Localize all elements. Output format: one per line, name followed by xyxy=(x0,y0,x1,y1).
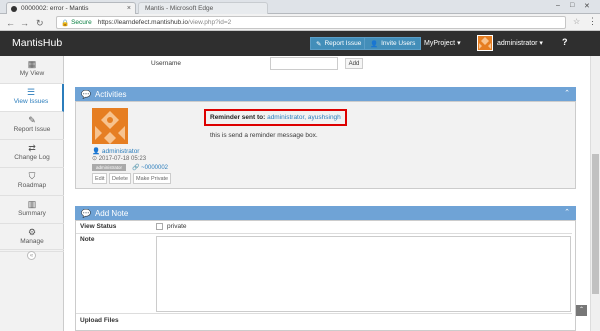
invite-users-label: Invite Users xyxy=(381,40,416,47)
upload-row: Upload Files xyxy=(76,314,572,331)
sidebar-item-label: Roadmap xyxy=(17,182,47,189)
browser-tab-strip: 0000002: error - Mantis × Mantis - Micro… xyxy=(0,0,600,14)
note-meta: 👤 administrator ⊙ 2017-07-18 05:23 admin… xyxy=(78,104,198,188)
url-path: /view.php?id=2 xyxy=(188,19,232,26)
sidebar-item-label: Summary xyxy=(18,210,46,217)
minimize-icon[interactable]: – xyxy=(556,2,560,9)
private-checkbox[interactable] xyxy=(156,223,163,230)
list-icon: ☰ xyxy=(26,87,36,97)
user-plus-icon: 👤 xyxy=(370,40,379,48)
note-id-link[interactable]: 🔗 ~0000002 xyxy=(132,164,168,171)
activities-body: 👤 administrator ⊙ 2017-07-18 05:23 admin… xyxy=(75,101,576,189)
username-input[interactable] xyxy=(270,57,338,70)
app-navbar: MantisHub ✎ Report Issue 👤 Invite Users … xyxy=(0,31,600,56)
project-selector[interactable]: MyProject ▾ xyxy=(424,39,461,47)
collapse-chevron-icon[interactable]: ⌃ xyxy=(564,208,570,216)
user-menu[interactable]: administrator ▾ xyxy=(497,39,543,47)
monitor-row: Username Add xyxy=(75,56,575,72)
note-textarea[interactable] xyxy=(156,236,571,312)
sidebar: ▦ My View ☰ View Issues ✎ Report Issue ⇄… xyxy=(0,56,64,331)
note-label: Note xyxy=(80,236,95,243)
username-label: Username xyxy=(151,60,181,67)
add-note-body: View Status private Note Upload Files xyxy=(75,220,576,331)
invite-users-button[interactable]: 👤 Invite Users xyxy=(364,37,422,50)
private-label: private xyxy=(167,223,187,230)
brand-logo[interactable]: MantisHub xyxy=(12,37,62,49)
bar-chart-icon: ▥ xyxy=(27,199,37,209)
dashboard-icon: ▦ xyxy=(27,59,37,69)
role-badge: administrator xyxy=(92,164,126,171)
help-button[interactable]: ? xyxy=(562,37,568,47)
sidebar-item-label: Change Log xyxy=(14,154,50,161)
sidebar-item-label: Report Issue xyxy=(13,126,51,133)
note-date: ⊙ 2017-07-18 05:23 xyxy=(92,156,147,162)
sidebar-item-view-issues[interactable]: ☰ View Issues xyxy=(0,84,64,112)
make-private-button[interactable]: Make Private xyxy=(133,173,172,184)
note-author-link[interactable]: 👤 administrator xyxy=(92,147,139,155)
window-close-icon[interactable]: ✕ xyxy=(584,2,590,10)
activities-title: Activities xyxy=(94,89,127,99)
page-scrollbar[interactable] xyxy=(590,56,600,331)
reminder-text: Reminder sent to: administrator, ayushsi… xyxy=(210,114,341,121)
lock-icon: 🔒 xyxy=(61,19,70,27)
favicon-icon xyxy=(11,5,17,12)
note-message: this is send a reminder message box. xyxy=(210,132,318,139)
report-issue-button[interactable]: ✎ Report Issue xyxy=(310,37,368,50)
delete-note-button[interactable]: Delete xyxy=(109,173,131,184)
secure-label: Secure xyxy=(71,19,92,26)
back-icon[interactable]: ← xyxy=(6,18,15,28)
sidebar-item-my-view[interactable]: ▦ My View xyxy=(0,56,64,84)
collapse-chevron-icon[interactable]: ⌃ xyxy=(564,89,570,97)
scroll-to-top-button[interactable]: ⌃ xyxy=(576,305,587,316)
add-note-header: 💬 Add Note ⌃ xyxy=(75,206,576,220)
user-avatar[interactable] xyxy=(477,35,493,51)
view-status-label: View Status xyxy=(80,223,117,230)
gears-icon: ⚙ xyxy=(27,227,37,237)
address-bar-row: ← → ↻ 🔒 Secure https://learndefect.manti… xyxy=(0,14,600,31)
close-tab-icon[interactable]: × xyxy=(127,5,131,12)
url-host: https://learndefect.mantishub.io xyxy=(97,19,189,26)
sidebar-item-roadmap[interactable]: ⛉ Roadmap xyxy=(0,168,64,196)
note-content: Reminder sent to: administrator, ayushsi… xyxy=(201,102,572,188)
comments-icon: 💬 xyxy=(81,89,91,99)
add-monitor-button[interactable]: Add xyxy=(345,58,363,69)
note-row: Note xyxy=(76,234,572,314)
sidebar-item-summary[interactable]: ▥ Summary xyxy=(0,196,64,224)
tab2-title: Mantis - Microsoft Edge xyxy=(145,5,214,12)
sidebar-item-manage[interactable]: ⚙ Manage xyxy=(0,224,64,252)
bookmark-star-icon[interactable]: ☆ xyxy=(573,17,580,26)
forward-icon[interactable]: → xyxy=(20,18,29,28)
comment-icon: 💬 xyxy=(81,208,91,218)
road-icon: ⛉ xyxy=(28,171,36,181)
add-note-title: Add Note xyxy=(94,208,129,218)
upload-files-label: Upload Files xyxy=(80,317,119,324)
collapse-icon[interactable]: « xyxy=(27,251,36,260)
scrollbar-thumb[interactable] xyxy=(592,154,599,294)
sidebar-item-label: Manage xyxy=(20,238,44,245)
sidebar-collapse[interactable]: « xyxy=(0,249,64,261)
retweet-icon: ⇄ xyxy=(28,143,36,153)
author-avatar xyxy=(92,108,128,144)
url-field[interactable]: 🔒 Secure https://learndefect.mantishub.i… xyxy=(56,16,566,29)
view-status-row: View Status private xyxy=(76,221,572,234)
reminder-prefix: Reminder sent to: xyxy=(210,114,266,121)
reminder-users-link[interactable]: administrator, ayushsingh xyxy=(267,114,341,121)
maximize-icon[interactable]: □ xyxy=(570,2,574,9)
tab-title: 0000002: error - Mantis xyxy=(21,5,89,12)
sidebar-item-report-issue[interactable]: ✎ Report Issue xyxy=(0,112,64,140)
report-issue-label: Report Issue xyxy=(324,40,362,47)
activities-header: 💬 Activities ⌃ xyxy=(75,87,576,101)
edit-icon: ✎ xyxy=(316,40,322,48)
sidebar-item-label: My View xyxy=(19,70,45,77)
browser-menu-icon[interactable]: ⋮ xyxy=(588,16,597,27)
browser-tab-inactive[interactable]: Mantis - Microsoft Edge xyxy=(138,2,268,14)
sidebar-item-label: View Issues xyxy=(13,98,49,105)
edit-icon: ✎ xyxy=(28,115,36,125)
reload-icon[interactable]: ↻ xyxy=(36,18,44,29)
browser-tab-active[interactable]: 0000002: error - Mantis × xyxy=(6,2,136,14)
edit-note-button[interactable]: Edit xyxy=(92,173,108,184)
sidebar-item-change-log[interactable]: ⇄ Change Log xyxy=(0,140,64,168)
